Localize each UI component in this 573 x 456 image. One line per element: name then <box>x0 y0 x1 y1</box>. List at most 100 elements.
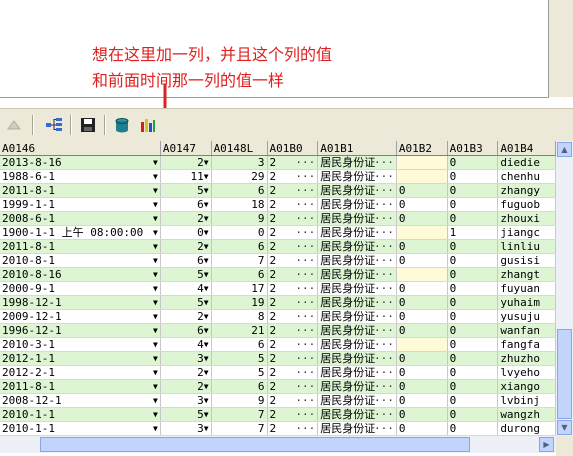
table-cell[interactable]: 7 <box>211 407 268 422</box>
table-cell[interactable]: ▼ 11 <box>160 169 212 184</box>
table-row[interactable]: ▼ 2000-9-1 ▼ 4 17 ··· 2 ··· 居民身份证 0 0 fuyuan <box>0 281 556 296</box>
table-cell[interactable]: ▼ 2011-8-1 <box>0 239 161 254</box>
table-cell[interactable]: yuhaim <box>497 295 556 310</box>
table-cell[interactable]: ··· 居民身份证 <box>317 183 397 198</box>
table-cell[interactable]: 0 <box>447 379 499 394</box>
table-cell[interactable]: ··· 2 <box>267 379 319 394</box>
table-row[interactable]: ▼ 2012-1-1 ▼ 3 5 ··· 2 ··· 居民身份证 0 0 zhuzho <box>0 351 556 366</box>
table-cell[interactable]: 0 <box>447 211 499 226</box>
table-cell[interactable]: 0 <box>396 379 448 394</box>
column-header[interactable]: A0146 <box>0 141 161 156</box>
table-cell[interactable]: ··· 居民身份证 <box>317 407 397 422</box>
scroll-up-icon[interactable]: ▲ <box>557 142 572 157</box>
table-cell[interactable]: ··· 居民身份证 <box>317 379 397 394</box>
ellipsis-icon[interactable]: ··· <box>374 282 394 295</box>
save-icon[interactable] <box>78 115 98 135</box>
table-cell[interactable]: ▼ 2000-9-1 <box>0 281 161 296</box>
dropdown-arrow-icon[interactable]: ▼ <box>153 170 158 183</box>
ellipsis-icon[interactable]: ··· <box>295 282 315 295</box>
table-cell[interactable]: 0 <box>447 351 499 366</box>
table-cell[interactable]: ▼ 1900-1-1 上午 08:00:00 <box>0 225 161 240</box>
table-cell[interactable]: 6 <box>211 379 268 394</box>
table-cell[interactable]: ··· 居民身份证 <box>317 295 397 310</box>
database-icon[interactable] <box>112 115 132 135</box>
ellipsis-icon[interactable]: ··· <box>374 240 394 253</box>
table-cell[interactable]: ▼ 2009-12-1 <box>0 309 161 324</box>
dropdown-arrow-icon[interactable]: ▼ <box>153 366 158 379</box>
dropdown-arrow-icon[interactable]: ▼ <box>153 268 158 281</box>
table-cell[interactable]: 0 <box>447 407 499 422</box>
table-row[interactable]: ▼ 1998-12-1 ▼ 5 19 ··· 2 ··· 居民身份证 0 0 yuhaim <box>0 295 556 310</box>
table-cell[interactable]: 0 <box>396 211 448 226</box>
table-row[interactable]: ▼ 1999-1-1 ▼ 6 18 ··· 2 ··· 居民身份证 0 0 fuguob <box>0 197 556 212</box>
table-cell[interactable]: ··· 居民身份证 <box>317 239 397 254</box>
ellipsis-icon[interactable]: ··· <box>374 212 394 225</box>
table-cell[interactable]: ▼ 1996-12-1 <box>0 323 161 338</box>
table-cell[interactable]: 18 <box>211 197 268 212</box>
table-cell[interactable]: ··· 居民身份证 <box>317 309 397 324</box>
table-cell[interactable]: 0 <box>396 281 448 296</box>
table-cell[interactable]: ··· 2 <box>267 281 319 296</box>
ellipsis-icon[interactable]: ··· <box>374 394 394 407</box>
dropdown-arrow-icon[interactable]: ▼ <box>153 254 158 267</box>
ellipsis-icon[interactable]: ··· <box>374 338 394 351</box>
table-cell[interactable]: ▼ 3 <box>160 421 212 436</box>
table-cell[interactable]: fuyuan <box>497 281 556 296</box>
table-cell[interactable]: lvbinj <box>497 393 556 408</box>
dropdown-arrow-icon[interactable]: ▼ <box>204 198 209 211</box>
ellipsis-icon[interactable]: ··· <box>295 324 315 337</box>
table-cell[interactable]: ▼ 2010-1-1 <box>0 421 161 436</box>
column-header[interactable]: A01B2 <box>396 141 448 156</box>
table-cell[interactable]: 3 <box>211 155 268 170</box>
table-cell[interactable]: 6 <box>211 239 268 254</box>
table-row[interactable]: ▼ 2009-12-1 ▼ 2 8 ··· 2 ··· 居民身份证 0 0 yusuju <box>0 309 556 324</box>
table-cell[interactable]: 6 <box>211 337 268 352</box>
scroll-down-icon[interactable]: ▼ <box>557 420 572 435</box>
table-cell[interactable]: ··· 2 <box>267 323 319 338</box>
table-cell[interactable]: 0 <box>396 351 448 366</box>
table-cell[interactable]: 1 <box>447 225 499 240</box>
dropdown-arrow-icon[interactable]: ▼ <box>153 296 158 309</box>
ellipsis-icon[interactable]: ··· <box>374 324 394 337</box>
table-cell[interactable]: ··· 2 <box>267 421 319 436</box>
table-cell[interactable]: 0 <box>447 183 499 198</box>
table-cell[interactable]: ▼ 3 <box>160 351 212 366</box>
ellipsis-icon[interactable]: ··· <box>374 422 394 435</box>
table-cell[interactable]: ··· 居民身份证 <box>317 253 397 268</box>
ellipsis-icon[interactable]: ··· <box>295 156 315 169</box>
table-cell[interactable]: ··· 居民身份证 <box>317 211 397 226</box>
table-cell[interactable]: ··· 居民身份证 <box>317 337 397 352</box>
table-cell[interactable]: ▼ 5 <box>160 407 212 422</box>
dropdown-arrow-icon[interactable]: ▼ <box>153 226 158 239</box>
table-cell[interactable]: 0 <box>396 309 448 324</box>
table-cell[interactable]: 5 <box>211 351 268 366</box>
dropdown-arrow-icon[interactable]: ▼ <box>153 184 158 197</box>
table-cell[interactable]: ··· 2 <box>267 295 319 310</box>
chart-icon[interactable] <box>138 115 158 135</box>
table-cell[interactable]: ▼ 2 <box>160 379 212 394</box>
table-cell[interactable]: ··· 居民身份证 <box>317 323 397 338</box>
tree-icon[interactable] <box>44 115 64 135</box>
table-cell[interactable]: durong <box>497 421 556 436</box>
table-cell[interactable]: ··· 居民身份证 <box>317 155 397 170</box>
table-row[interactable]: ▼ 1996-12-1 ▼ 6 21 ··· 2 ··· 居民身份证 0 0 wanfan <box>0 323 556 338</box>
table-cell[interactable]: 0 <box>211 225 268 240</box>
dropdown-arrow-icon[interactable]: ▼ <box>204 170 209 183</box>
table-cell[interactable] <box>396 337 448 352</box>
table-cell[interactable]: ▼ 0 <box>160 225 212 240</box>
ellipsis-icon[interactable]: ··· <box>295 254 315 267</box>
table-cell[interactable]: ▼ 2012-2-1 <box>0 365 161 380</box>
table-row[interactable]: ▼ 2010-3-1 ▼ 4 6 ··· 2 ··· 居民身份证 0 fangfa <box>0 337 556 352</box>
table-cell[interactable]: ▼ 6 <box>160 253 212 268</box>
table-cell[interactable]: ··· 2 <box>267 267 319 282</box>
table-cell[interactable]: fuguob <box>497 197 556 212</box>
table-cell[interactable]: ▼ 2010-1-1 <box>0 407 161 422</box>
table-cell[interactable]: 0 <box>447 365 499 380</box>
table-cell[interactable]: 0 <box>396 421 448 436</box>
dropdown-arrow-icon[interactable]: ▼ <box>204 366 209 379</box>
table-cell[interactable]: 7 <box>211 421 268 436</box>
table-cell[interactable]: ··· 2 <box>267 155 319 170</box>
table-cell[interactable]: ▼ 5 <box>160 183 212 198</box>
table-cell[interactable]: zhangy <box>497 183 556 198</box>
ellipsis-icon[interactable]: ··· <box>374 352 394 365</box>
